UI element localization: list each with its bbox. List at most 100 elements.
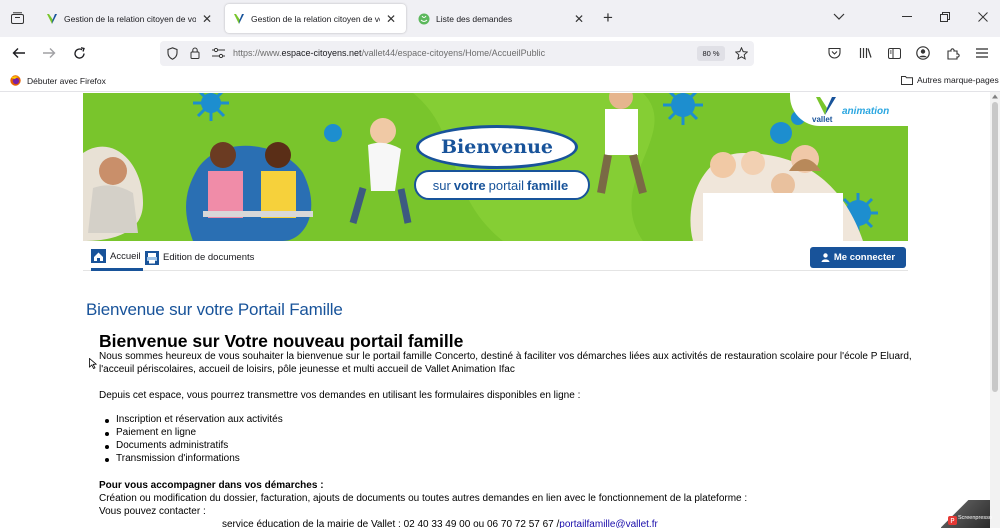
- library-button[interactable]: [857, 45, 873, 61]
- hamburger-menu-icon: [976, 48, 988, 58]
- tab-liste-demandes[interactable]: Liste des demandes ✕: [410, 4, 594, 33]
- restore-button[interactable]: [938, 10, 952, 24]
- pocket-button[interactable]: [826, 45, 842, 61]
- vallet-favicon-icon: [47, 13, 57, 24]
- contact-line: service éducation de la mairie de Vallet…: [222, 518, 658, 528]
- nav-item-label: Accueil: [110, 250, 141, 262]
- accompany-text: Création ou modification du dossier, fac…: [99, 493, 748, 504]
- minimize-icon: [902, 16, 912, 17]
- list-bullet: [105, 432, 109, 436]
- sidebar-icon: [887, 47, 901, 59]
- list-bullet: [105, 458, 109, 462]
- vallet-favicon-icon: [234, 13, 244, 24]
- account-button[interactable]: [915, 45, 931, 61]
- permissions-icon[interactable]: [210, 45, 226, 61]
- folder-icon: [901, 76, 913, 85]
- svg-text:P: P: [950, 517, 954, 525]
- banner-subtitle: sur votre portail famille: [414, 170, 590, 200]
- nav-item-documents[interactable]: Edition de documents: [145, 244, 254, 271]
- list-item: Documents administratifs: [116, 440, 229, 451]
- login-button[interactable]: Me connecter: [810, 247, 906, 268]
- arrow-left-icon: [12, 48, 25, 58]
- list-all-tabs-button[interactable]: [832, 10, 846, 24]
- tracking-protection-icon[interactable]: [165, 45, 179, 61]
- zoom-level-badge[interactable]: 80 %: [697, 46, 725, 61]
- home-icon: [91, 249, 106, 263]
- portal-nav: Accueil Edition de documents: [83, 244, 908, 271]
- contact-label: Vous pouvez contacter :: [99, 506, 206, 517]
- restore-icon: [940, 12, 950, 22]
- accompany-title: Pour vous accompagner dans vos démarches…: [99, 480, 324, 491]
- sidebar-button[interactable]: [886, 45, 902, 61]
- close-window-button[interactable]: [976, 10, 990, 24]
- banner-subtitle-bold: votre: [453, 177, 486, 193]
- minimize-button[interactable]: [900, 10, 914, 24]
- url-path: /vallet44/espace-citoyens/Home/AccueilPu…: [361, 48, 546, 58]
- scroll-up-arrow-icon[interactable]: [992, 94, 998, 99]
- firefox-icon: [10, 75, 21, 86]
- tab-list-button[interactable]: [9, 10, 25, 26]
- banner-subtitle-part: portail: [488, 177, 525, 193]
- banner-subtitle-bold: famille: [527, 177, 569, 193]
- nav-item-label: Edition de documents: [163, 252, 255, 263]
- reload-icon: [73, 46, 85, 59]
- plus-icon: +: [603, 8, 613, 27]
- document-print-icon: [145, 250, 159, 265]
- bookmark-get-started[interactable]: Débuter avec Firefox: [10, 75, 106, 86]
- tab-strip: Gestion de la relation citoyen de votre …: [0, 0, 1000, 37]
- extensions-button[interactable]: [945, 45, 961, 61]
- intro-line-1: Nous sommes heureux de vous souhaiter la…: [99, 351, 912, 362]
- tab-title: Gestion de la relation citoyen de votre …: [64, 13, 196, 24]
- list-item: Transmission d'informations: [116, 453, 240, 464]
- tab-gestion-2-active[interactable]: Gestion de la relation citoyen de votre …: [225, 4, 406, 33]
- puzzle-icon: [946, 47, 960, 60]
- list-item: Paiement en ligne: [116, 427, 197, 438]
- screenpresso-logo-icon: P: [948, 516, 957, 525]
- list-bullet: [105, 419, 109, 423]
- pocket-icon: [827, 47, 841, 59]
- url-text[interactable]: https://www.espace-citoyens.net/vallet44…: [233, 48, 545, 58]
- list-item: Inscription et réservation aux activités: [116, 414, 283, 425]
- banner-title: Bienvenue: [416, 125, 578, 169]
- tab-list-icon: [10, 12, 24, 24]
- url-prefix: https://www.: [233, 48, 282, 58]
- banner-subtitle-part: sur: [432, 177, 451, 193]
- watermark-text: Screenpresso: [958, 515, 992, 521]
- screenpresso-watermark: P Screenpresso: [941, 500, 992, 528]
- star-icon: [734, 46, 748, 60]
- url-domain: espace-citoyens.net: [281, 48, 362, 58]
- green-globe-favicon-icon: [418, 13, 430, 24]
- bookmark-star-button[interactable]: [733, 45, 749, 61]
- forward-button[interactable]: [41, 45, 57, 61]
- main-title: Bienvenue sur Votre nouveau portail fami…: [99, 331, 464, 351]
- other-bookmarks[interactable]: Autres marque-pages: [901, 75, 999, 85]
- new-tab-button[interactable]: +: [600, 8, 616, 27]
- contact-email-link[interactable]: portailfamille@vallet.fr: [559, 519, 658, 528]
- logo-vallet-text: vallet: [812, 115, 833, 124]
- forms-intro: Depuis cet espace, vous pourrez transmet…: [99, 390, 581, 401]
- close-tab-icon[interactable]: ✕: [200, 12, 214, 26]
- page-scrollbar[interactable]: [990, 92, 1000, 528]
- tab-gestion-1[interactable]: Gestion de la relation citoyen de votre …: [38, 4, 222, 33]
- user-icon: [821, 253, 830, 262]
- chevron-down-icon: [833, 13, 845, 20]
- nav-item-home[interactable]: Accueil: [91, 244, 143, 271]
- login-label: Me connecter: [833, 252, 896, 263]
- app-menu-button[interactable]: [974, 45, 990, 61]
- vallet-animation-logo: vallet animation: [790, 93, 908, 126]
- reload-button[interactable]: [71, 45, 87, 61]
- back-button[interactable]: [11, 45, 27, 61]
- mouse-cursor-icon: [89, 358, 97, 369]
- library-icon: [859, 48, 872, 58]
- page-heading: Bienvenue sur votre Portail Famille: [86, 300, 343, 319]
- contact-phone-text: service éducation de la mairie de Vallet…: [222, 519, 560, 528]
- close-tab-icon[interactable]: ✕: [384, 12, 398, 26]
- intro-line-2: l'acceuil périscolaires, accueil de lois…: [99, 364, 515, 375]
- account-icon: [916, 46, 930, 60]
- scrollbar-thumb[interactable]: [992, 102, 998, 392]
- vallet-logo-icon: [816, 97, 836, 115]
- close-tab-icon[interactable]: ✕: [572, 12, 586, 26]
- arrow-right-icon: [43, 48, 56, 58]
- tab-title: Liste des demandes: [436, 13, 513, 24]
- lock-icon[interactable]: [188, 45, 202, 61]
